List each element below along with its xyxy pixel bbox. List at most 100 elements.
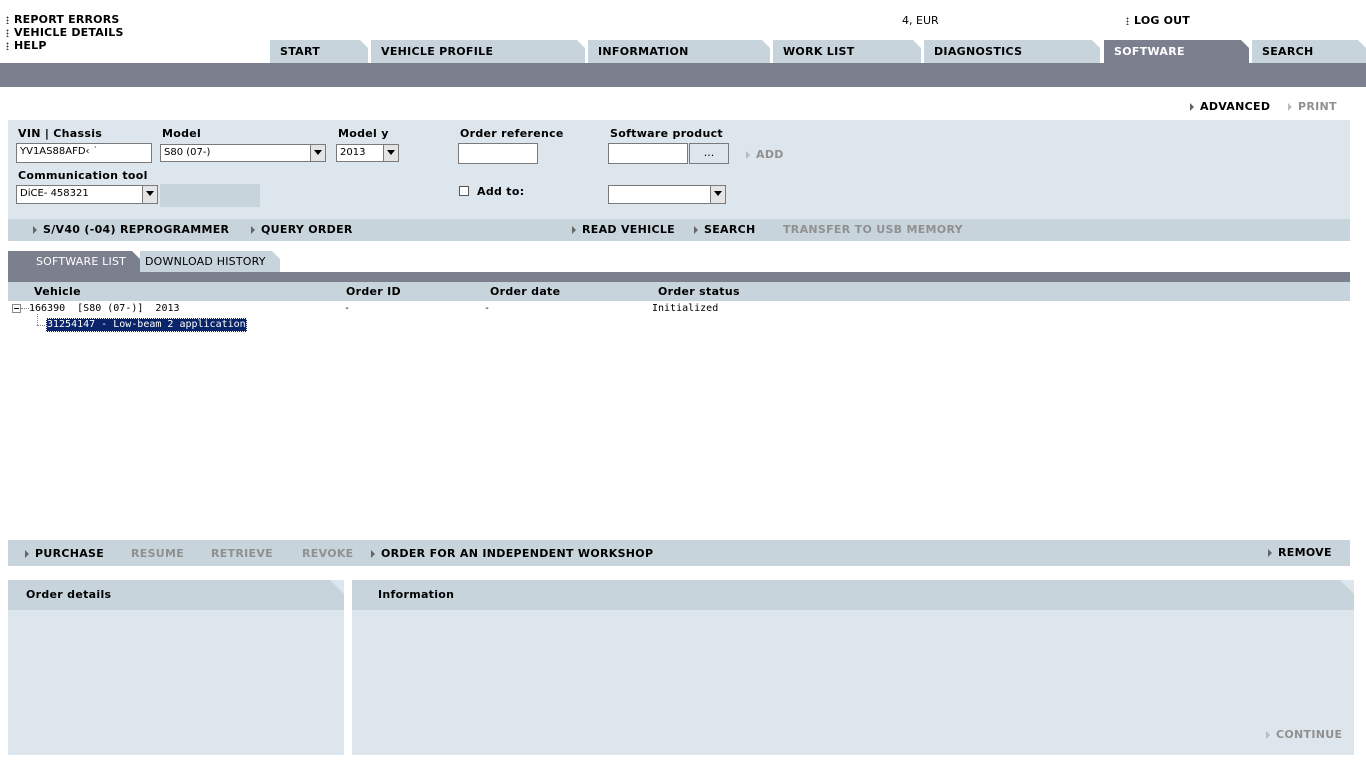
arrow-right-icon — [33, 226, 37, 234]
software-product-input[interactable] — [608, 143, 688, 164]
tab-diagnostics[interactable]: DIAGNOSTICS — [924, 40, 1100, 63]
tab-software[interactable]: SOFTWARE — [1104, 40, 1249, 63]
column-header-order-id[interactable]: Order ID — [346, 285, 401, 298]
arrow-right-icon — [1268, 549, 1272, 557]
continue-label: CONTINUE — [1276, 728, 1343, 741]
order-reference-input[interactable] — [458, 143, 538, 164]
model-year-label: Model y — [338, 127, 389, 140]
tab-search-label: SEARCH — [1262, 45, 1314, 58]
chevron-down-icon[interactable] — [142, 186, 157, 203]
communication-tool-status — [160, 184, 260, 207]
tree-connector — [37, 314, 39, 325]
remove-button[interactable]: REMOVE — [1268, 546, 1332, 559]
arrow-right-icon — [1266, 731, 1270, 739]
transfer-usb-button[interactable]: TRANSFER TO USB MEMORY — [783, 223, 963, 236]
tree-connector — [21, 308, 29, 309]
help-link[interactable]: HELP — [6, 39, 47, 52]
retrieve-button[interactable]: RETRIEVE — [211, 547, 273, 560]
remove-label: REMOVE — [1278, 546, 1332, 559]
add-button[interactable]: ADD — [746, 148, 784, 161]
table-row-vehicle[interactable]: 166390 [S80 (07-)] 2013 — [29, 303, 180, 314]
order-independent-label: ORDER FOR AN INDEPENDENT WORKSHOP — [381, 547, 654, 560]
tab-software-label: SOFTWARE — [1114, 45, 1185, 58]
search-button[interactable]: SEARCH — [694, 223, 756, 236]
tab-search[interactable]: SEARCH — [1252, 40, 1366, 63]
log-out-link[interactable]: LOG OUT — [1126, 14, 1190, 27]
communication-tool-label: Communication tool — [18, 169, 148, 182]
browse-button[interactable]: ... — [689, 143, 729, 164]
help-label: HELP — [14, 39, 47, 52]
arrow-right-icon — [371, 550, 375, 558]
tab-information[interactable]: INFORMATION — [588, 40, 770, 63]
chevron-down-icon[interactable] — [383, 145, 398, 161]
communication-tool-select[interactable]: DiCE- 458321 — [16, 185, 158, 204]
advanced-label: ADVANCED — [1200, 100, 1271, 113]
tab-work-list-label: WORK LIST — [783, 45, 855, 58]
reprogrammer-label: S/V40 (-04) REPROGRAMMER — [43, 223, 230, 236]
arrow-right-icon — [746, 151, 750, 159]
arrow-right-icon — [694, 226, 698, 234]
revoke-button[interactable]: REVOKE — [302, 547, 354, 560]
tab-start[interactable]: START — [270, 40, 368, 63]
tab-software-list-label: SOFTWARE LIST — [36, 255, 127, 268]
purchase-label: PURCHASE — [35, 547, 105, 560]
arrow-right-icon — [25, 550, 29, 558]
vehicle-details-link[interactable]: VEHICLE DETAILS — [6, 26, 124, 39]
software-product-label: Software product — [610, 127, 723, 140]
add-to-label: Add to: — [477, 185, 525, 198]
query-order-button[interactable]: QUERY ORDER — [251, 223, 353, 236]
column-header-order-status[interactable]: Order status — [658, 285, 740, 298]
add-label: ADD — [756, 148, 784, 161]
continue-button[interactable]: CONTINUE — [1266, 728, 1342, 741]
nav-underline-bar — [0, 63, 1366, 87]
vin-input[interactable]: YV1AS88AFD‹ ˙ — [16, 143, 152, 163]
vehicle-details-label: VEHICLE DETAILS — [14, 26, 124, 39]
arrow-right-icon — [1190, 103, 1194, 111]
table-row-order-id: - — [344, 303, 351, 314]
column-header-order-date[interactable]: Order date — [490, 285, 560, 298]
currency-display: 4, EUR — [902, 14, 939, 27]
read-vehicle-label: READ VEHICLE — [582, 223, 675, 236]
add-to-select[interactable] — [608, 185, 726, 204]
tab-diagnostics-label: DIAGNOSTICS — [934, 45, 1023, 58]
order-independent-workshop-button[interactable]: ORDER FOR AN INDEPENDENT WORKSHOP — [371, 547, 653, 560]
model-year-select[interactable]: 2013 — [336, 144, 399, 162]
log-out-label: LOG OUT — [1134, 14, 1191, 27]
model-select[interactable]: S80 (07-) — [160, 144, 326, 162]
subtab-underline-bar — [8, 272, 1350, 282]
report-errors-link[interactable]: REPORT ERRORS — [6, 13, 120, 26]
chevron-down-icon[interactable] — [710, 186, 725, 203]
order-action-bar — [8, 540, 1350, 566]
report-errors-label: REPORT ERRORS — [14, 13, 120, 26]
dots-icon — [1126, 17, 1129, 25]
vin-label: VIN | Chassis — [18, 127, 103, 140]
reprogrammer-button[interactable]: S/V40 (-04) REPROGRAMMER — [33, 223, 229, 236]
dots-icon — [6, 29, 9, 37]
information-header: Information — [352, 580, 1354, 610]
advanced-link[interactable]: ADVANCED — [1190, 100, 1270, 113]
resume-button[interactable]: RESUME — [131, 547, 184, 560]
column-header-vehicle[interactable]: Vehicle — [34, 285, 81, 298]
order-reference-label: Order reference — [460, 127, 564, 140]
dots-icon — [6, 42, 9, 50]
read-vehicle-button[interactable]: READ VEHICLE — [572, 223, 675, 236]
print-label: PRINT — [1298, 100, 1337, 113]
tab-software-list[interactable]: SOFTWARE LIST — [8, 251, 140, 272]
print-link[interactable]: PRINT — [1288, 100, 1337, 113]
tab-vehicle-profile[interactable]: VEHICLE PROFILE — [371, 40, 585, 63]
table-row-order-date: - — [484, 303, 491, 314]
dots-icon — [6, 16, 9, 24]
collapse-icon[interactable] — [12, 304, 21, 313]
model-label: Model — [162, 127, 202, 140]
table-child-item-selected[interactable]: 31254147 - Low-beam 2 application — [46, 318, 247, 332]
tree-connector — [37, 325, 45, 326]
purchase-button[interactable]: PURCHASE — [25, 547, 104, 560]
add-to-checkbox[interactable] — [459, 186, 469, 196]
model-year-select-value: 2013 — [340, 147, 366, 158]
chevron-down-icon[interactable] — [310, 145, 325, 161]
arrow-right-icon — [572, 226, 576, 234]
tab-download-history[interactable]: DOWNLOAD HISTORY — [140, 251, 280, 272]
tab-information-label: INFORMATION — [598, 45, 689, 58]
tab-work-list[interactable]: WORK LIST — [773, 40, 921, 63]
communication-tool-value: DiCE- 458321 — [20, 188, 89, 199]
